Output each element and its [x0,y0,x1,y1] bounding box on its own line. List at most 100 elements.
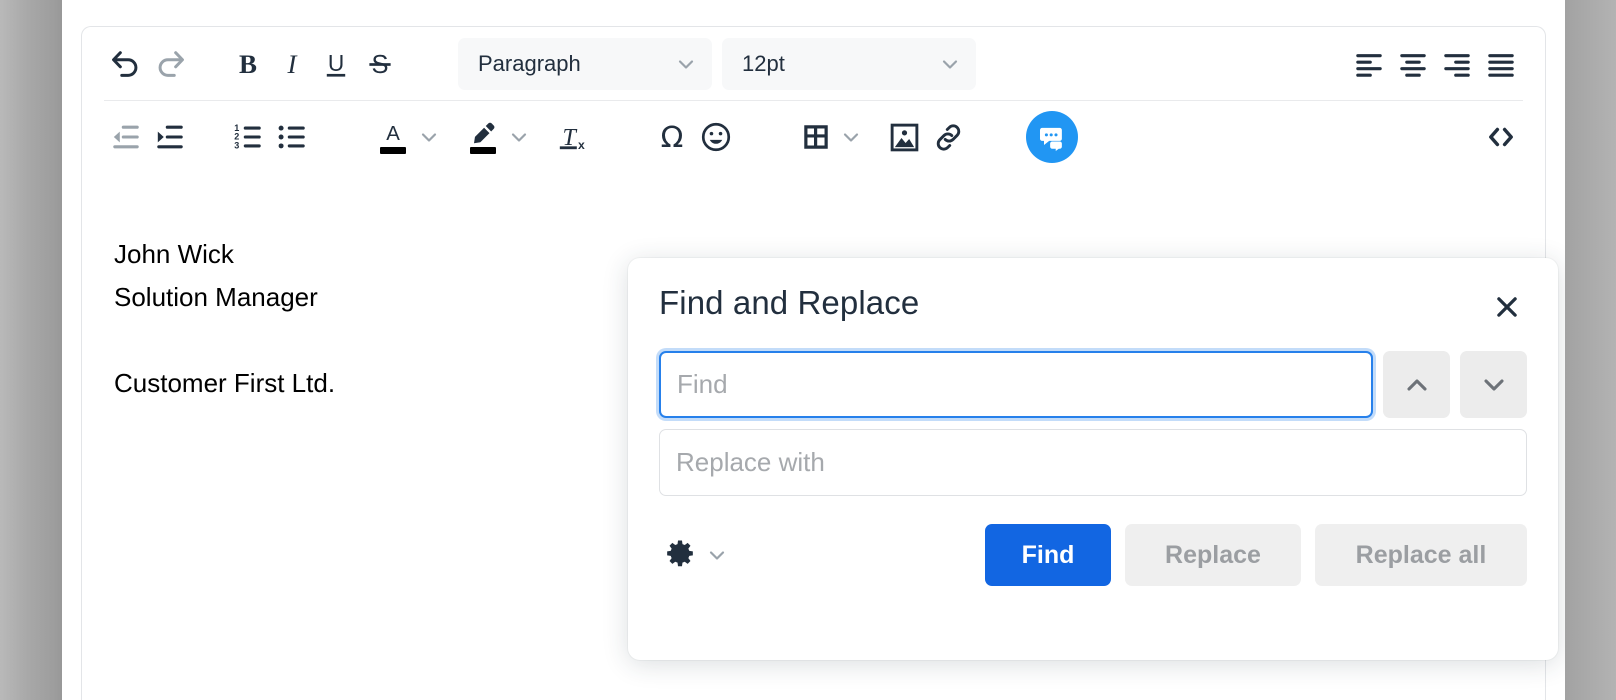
page-surface: B I U S Paragraph 12pt 1 2 3 A T x Ω Joh… [62,0,1565,700]
replace-all-button[interactable]: Replace all [1315,524,1527,586]
table-icon [800,121,832,153]
undo-icon [109,47,143,81]
clear-formatting-button[interactable]: T x [550,115,594,159]
font-size-select[interactable]: 12pt [722,37,976,90]
strikethrough-button[interactable]: S [358,42,402,86]
text-color-split-button[interactable]: A [370,114,442,160]
table-split-button[interactable] [794,115,864,159]
image-icon [888,121,921,154]
find-and-replace-dialog: Find and Replace Find Replace with Find … [628,258,1558,660]
dialog-body [628,328,1558,496]
svg-text:A: A [386,123,400,145]
svg-text:B: B [239,49,257,79]
window-right-edge [1565,0,1616,700]
highlight-color-button[interactable] [460,114,506,160]
block-format-label: Paragraph [478,50,581,76]
underline-icon: U [319,47,353,81]
preferences-button[interactable] [659,534,733,576]
dialog-title: Find and Replace [659,284,920,321]
svg-text:U: U [328,50,344,76]
find-row [659,351,1527,418]
align-justify-button[interactable] [1479,42,1523,86]
find-button[interactable]: Find [985,524,1111,586]
italic-icon: I [275,47,309,81]
align-justify-icon [1484,47,1518,81]
document-content[interactable]: John Wick Solution Manager Customer Firs… [114,233,335,405]
chevron-down-icon [705,543,729,567]
font-size-label: 12pt [742,50,785,76]
gear-icon [663,538,697,572]
text-color-icon: A [378,121,408,145]
add-comment-button[interactable] [1026,111,1078,163]
bullet-list-button[interactable] [270,115,314,159]
find-previous-button[interactable] [1383,351,1450,418]
numbered-list-icon: 1 2 3 [231,120,265,154]
redo-icon [153,47,187,81]
chevron-down-icon [417,125,441,149]
numbered-list-button[interactable]: 1 2 3 [226,115,270,159]
align-right-button[interactable] [1435,42,1479,86]
chevron-down-icon [1478,369,1510,401]
bullet-list-icon [275,120,309,154]
close-dialog-button[interactable] [1486,286,1528,328]
bold-button[interactable]: B [226,42,270,86]
find-next-button[interactable] [1460,351,1527,418]
table-button[interactable] [794,115,838,159]
chevron-down-icon [507,125,531,149]
replace-input[interactable] [659,429,1527,496]
insert-image-button[interactable] [882,115,926,159]
italic-button[interactable]: I [270,42,314,86]
strikethrough-icon: S [363,47,397,81]
table-dropdown-toggle[interactable] [838,115,864,159]
align-left-icon [1352,47,1386,81]
close-icon [1492,292,1522,322]
rich-text-editor: B I U S Paragraph 12pt 1 2 3 A T x Ω Joh… [81,26,1558,700]
editor-toolbar: B I U S Paragraph 12pt 1 2 3 A T x Ω [82,27,1545,173]
code-icon [1483,119,1519,155]
outdent-button[interactable] [104,115,148,159]
highlight-color-split-button[interactable] [460,114,532,160]
svg-text:3: 3 [234,141,239,151]
svg-text:x: x [578,138,585,152]
align-left-button[interactable] [1347,42,1391,86]
dialog-footer: Find Replace Replace all [628,496,1558,586]
underline-button[interactable]: U [314,42,358,86]
chevron-down-icon [674,52,698,76]
redo-button[interactable] [148,42,192,86]
link-icon [932,121,965,154]
align-center-icon [1396,47,1430,81]
outdent-icon [109,120,143,154]
window-left-edge [0,0,62,700]
indent-button[interactable] [148,115,192,159]
align-right-icon [1440,47,1474,81]
comment-icon [1036,121,1068,153]
chevron-down-icon [839,125,863,149]
app-root: B I U S Paragraph 12pt 1 2 3 A T x Ω Joh… [0,0,1616,700]
align-center-button[interactable] [1391,42,1435,86]
replace-button[interactable]: Replace [1125,524,1301,586]
text-color-button[interactable]: A [370,114,416,160]
toolbar-row-secondary: 1 2 3 A T x Ω [82,101,1545,173]
svg-text:I: I [287,49,299,79]
omega-icon: Ω [655,120,689,154]
block-format-select[interactable]: Paragraph [458,37,712,90]
highlight-color-dropdown-toggle[interactable] [506,115,532,159]
highlighter-pen-icon [468,121,498,145]
undo-button[interactable] [104,42,148,86]
special-character-button[interactable]: Ω [650,115,694,159]
source-code-button[interactable] [1479,115,1523,159]
text-color-swatch [380,146,406,154]
indent-icon [153,120,187,154]
chevron-up-icon [1401,369,1433,401]
clear-formatting-icon: T x [555,120,589,154]
toolbar-row-primary: B I U S Paragraph 12pt [104,27,1523,101]
chevron-down-icon [938,52,962,76]
highlight-color-swatch [470,146,496,154]
dialog-header: Find and Replace [628,258,1558,328]
dialog-actions: Find Replace Replace all [985,524,1527,586]
text-color-dropdown-toggle[interactable] [416,115,442,159]
find-input[interactable] [659,351,1373,418]
svg-text:Ω: Ω [661,120,684,154]
emoji-button[interactable] [694,115,738,159]
insert-link-button[interactable] [926,115,970,159]
